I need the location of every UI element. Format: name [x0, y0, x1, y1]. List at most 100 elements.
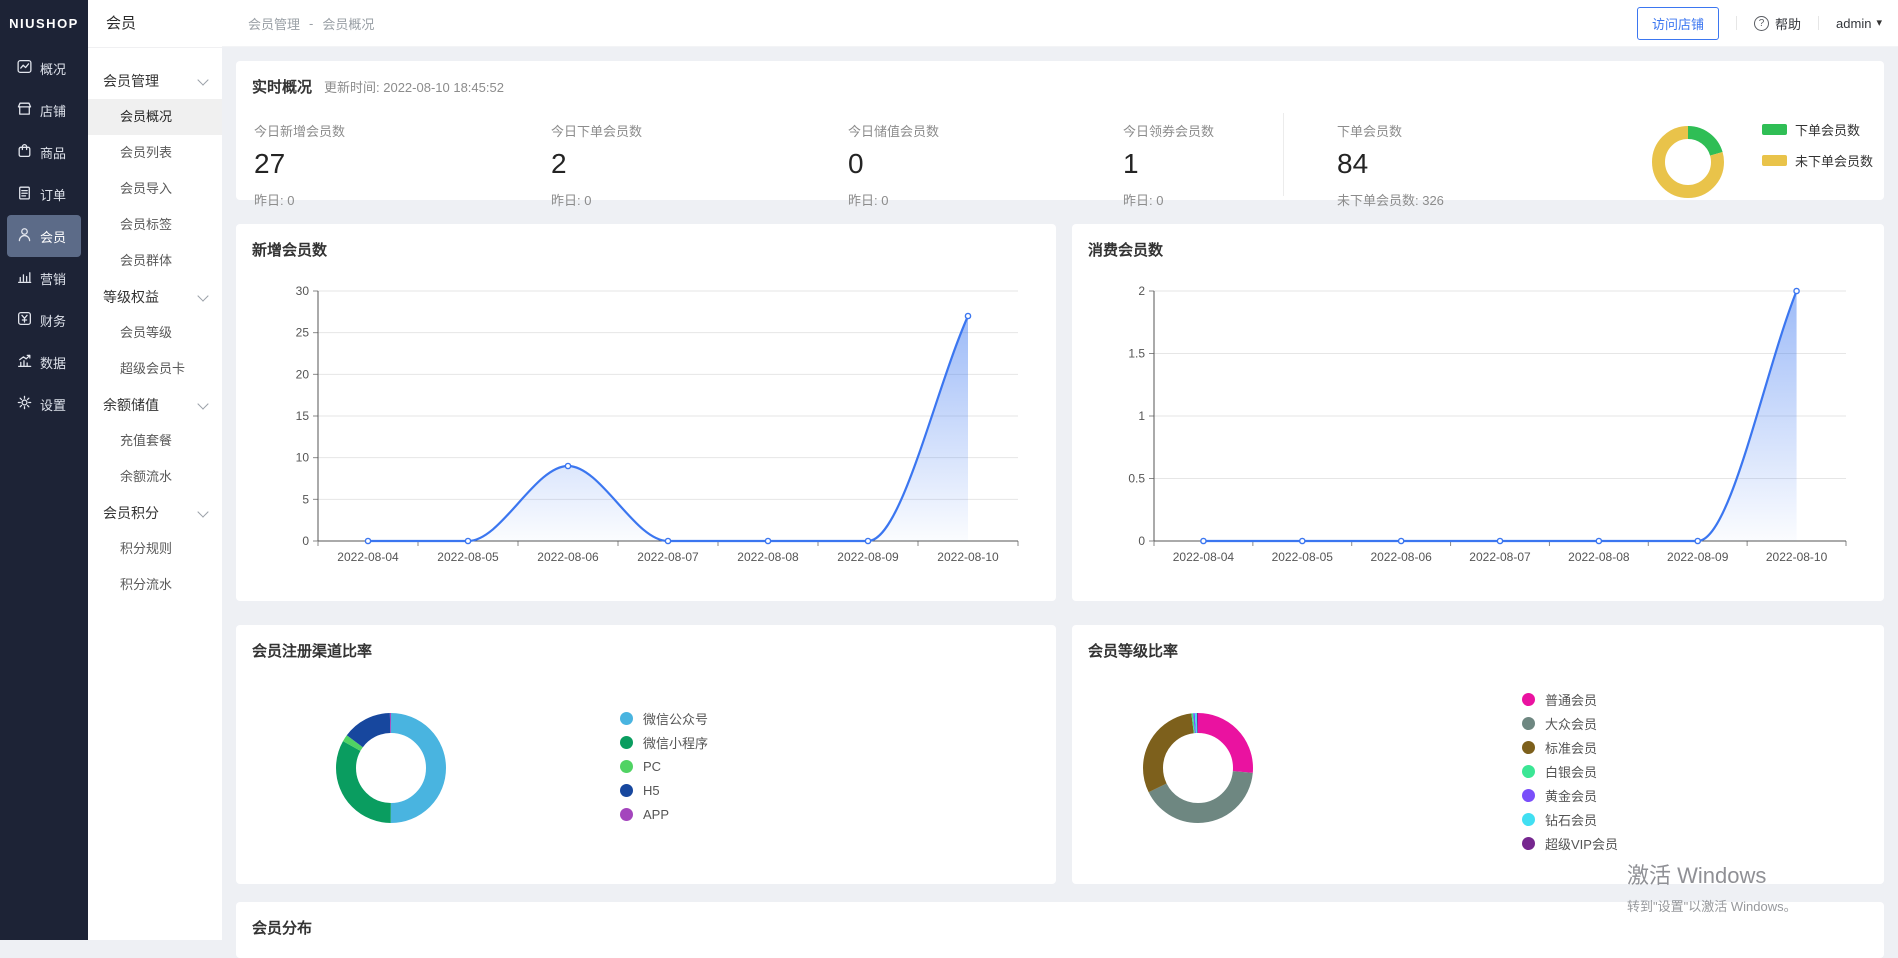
sidebar-item-label: 概况 [40, 59, 66, 78]
submenu-group-会员积分[interactable]: 会员积分 [88, 495, 222, 531]
legend-label: 大众会员 [1545, 714, 1597, 733]
sidebar-item-goods[interactable]: 商品 [7, 131, 81, 173]
submenu-item-会员列表[interactable]: 会员列表 [88, 135, 222, 171]
svg-text:2022-08-05: 2022-08-05 [437, 550, 499, 564]
submenu-group-label: 余额储值 [103, 395, 159, 415]
legend-swatch [620, 784, 633, 797]
legend-item[interactable]: APP [620, 802, 708, 826]
stat-value: 0 [848, 148, 1098, 180]
legend-item[interactable]: 普通会员 [1522, 687, 1618, 711]
order-icon [16, 184, 33, 204]
breadcrumb: 会员管理 - 会员概况 [248, 14, 374, 33]
stat-sub: 昨日: 0 [1123, 190, 1373, 209]
sidebar-item-finance[interactable]: 财务 [7, 299, 81, 341]
primary-sidebar: NIUSHOP 概况店铺商品订单会员营销财务数据设置 [0, 0, 88, 940]
legend-item[interactable]: 未下单会员数 [1762, 151, 1873, 170]
submenu-item-余额流水[interactable]: 余额流水 [88, 459, 222, 495]
svg-text:10: 10 [296, 451, 310, 465]
topbar-actions: 访问店铺 ? 帮助 admin ▾ [1637, 7, 1882, 40]
submenu-item-会员概况[interactable]: 会员概况 [88, 99, 222, 135]
new-members-panel: 新增会员数 0510152025302022-08-042022-08-0520… [236, 224, 1056, 601]
sidebar-item-orders[interactable]: 订单 [7, 173, 81, 215]
realtime-updated-time: 更新时间: 2022-08-10 18:45:52 [324, 77, 504, 96]
stat-card: 今日新增会员数 27 昨日: 0 [254, 121, 504, 209]
primary-menu: 概况店铺商品订单会员营销财务数据设置 [0, 47, 88, 425]
submenu-item-超级会员卡[interactable]: 超级会员卡 [88, 351, 222, 387]
member-level-donut-chart [1140, 710, 1256, 826]
legend-label: 白银会员 [1545, 762, 1597, 781]
submenu-item-会员导入[interactable]: 会员导入 [88, 171, 222, 207]
sidebar-item-settings[interactable]: 设置 [7, 383, 81, 425]
legend-label: PC [643, 759, 661, 774]
legend-item[interactable]: H5 [620, 778, 708, 802]
legend-item[interactable]: 黄金会员 [1522, 783, 1618, 807]
submenu-item-积分流水[interactable]: 积分流水 [88, 567, 222, 603]
svg-text:2022-08-06: 2022-08-06 [537, 550, 599, 564]
legend-item[interactable]: 白银会员 [1522, 759, 1618, 783]
username: admin [1836, 16, 1871, 31]
secondary-sidebar-title: 会员 [88, 0, 222, 48]
legend-item[interactable]: 超级VIP会员 [1522, 831, 1618, 855]
legend-swatch [620, 712, 633, 725]
legend-item[interactable]: 钻石会员 [1522, 807, 1618, 831]
chevron-down-icon: ▾ [1876, 18, 1882, 29]
finance-icon [16, 310, 33, 330]
legend-item[interactable]: 下单会员数 [1762, 120, 1873, 139]
stat-card: 今日储值会员数 0 昨日: 0 [848, 121, 1098, 209]
stat-label: 今日领券会员数 [1123, 121, 1373, 140]
submenu-group-余额储值[interactable]: 余额储值 [88, 387, 222, 423]
submenu-item-会员等级[interactable]: 会员等级 [88, 315, 222, 351]
submenu-group-会员管理[interactable]: 会员管理 [88, 63, 222, 99]
svg-text:1.5: 1.5 [1128, 347, 1145, 361]
breadcrumb-separator: - [309, 16, 313, 31]
chevron-down-icon [197, 290, 208, 301]
marketing-icon [16, 268, 33, 288]
sidebar-item-overview[interactable]: 概况 [7, 47, 81, 89]
submenu-group-等级权益[interactable]: 等级权益 [88, 279, 222, 315]
submenu-item-会员群体[interactable]: 会员群体 [88, 243, 222, 279]
submenu-item-会员标签[interactable]: 会员标签 [88, 207, 222, 243]
legend-swatch [1762, 155, 1787, 166]
stat-value: 27 [254, 148, 504, 180]
legend-label: H5 [643, 783, 660, 798]
visit-shop-button[interactable]: 访问店铺 [1637, 7, 1719, 40]
register-channel-title: 会员注册渠道比率 [252, 640, 372, 661]
legend-label: 超级VIP会员 [1545, 834, 1618, 853]
sidebar-item-data[interactable]: 数据 [7, 341, 81, 383]
submenu-item-积分规则[interactable]: 积分规则 [88, 531, 222, 567]
legend-item[interactable]: 微信小程序 [620, 730, 708, 754]
member-overview-page: { "brand": {"logo": "NIUSHOP"}, "sidebar… [0, 0, 1898, 940]
svg-text:1: 1 [1138, 409, 1145, 423]
user-menu[interactable]: admin ▾ [1836, 16, 1882, 31]
legend-item[interactable]: 微信公众号 [620, 706, 708, 730]
consume-members-panel: 消费会员数 00.511.522022-08-042022-08-052022-… [1072, 224, 1884, 601]
settings-icon [16, 394, 33, 414]
new-members-line-chart: 0510152025302022-08-042022-08-052022-08-… [236, 224, 1056, 601]
submenu-group-label: 会员积分 [103, 503, 159, 523]
legend-swatch [620, 808, 633, 821]
sidebar-item-members[interactable]: 会员 [7, 215, 81, 257]
legend-item[interactable]: 标准会员 [1522, 735, 1618, 759]
question-circle-icon: ? [1754, 16, 1769, 31]
legend-label: 微信公众号 [643, 709, 708, 728]
vertical-divider [1283, 113, 1284, 196]
sidebar-item-shop[interactable]: 店铺 [7, 89, 81, 131]
topbar-divider [1818, 16, 1819, 30]
legend-item[interactable]: 大众会员 [1522, 711, 1618, 735]
overview-icon [16, 58, 33, 78]
submenu-item-充值套餐[interactable]: 充值套餐 [88, 423, 222, 459]
svg-text:2022-08-10: 2022-08-10 [1766, 550, 1828, 564]
svg-text:2022-08-07: 2022-08-07 [1469, 550, 1531, 564]
svg-text:2022-08-08: 2022-08-08 [737, 550, 799, 564]
help-button[interactable]: ? 帮助 [1754, 14, 1801, 33]
submenu-group-label: 会员管理 [103, 71, 159, 91]
legend-swatch [1522, 717, 1535, 730]
sidebar-item-marketing[interactable]: 营销 [7, 257, 81, 299]
member-icon [16, 226, 33, 246]
order-members-card: 下单会员数 84 未下单会员数: 326 [1337, 121, 1587, 209]
shop-icon [16, 100, 33, 120]
breadcrumb-parent[interactable]: 会员管理 [248, 14, 300, 33]
legend-item[interactable]: PC [620, 754, 708, 778]
svg-text:5: 5 [302, 492, 309, 506]
svg-text:0: 0 [1138, 534, 1145, 548]
